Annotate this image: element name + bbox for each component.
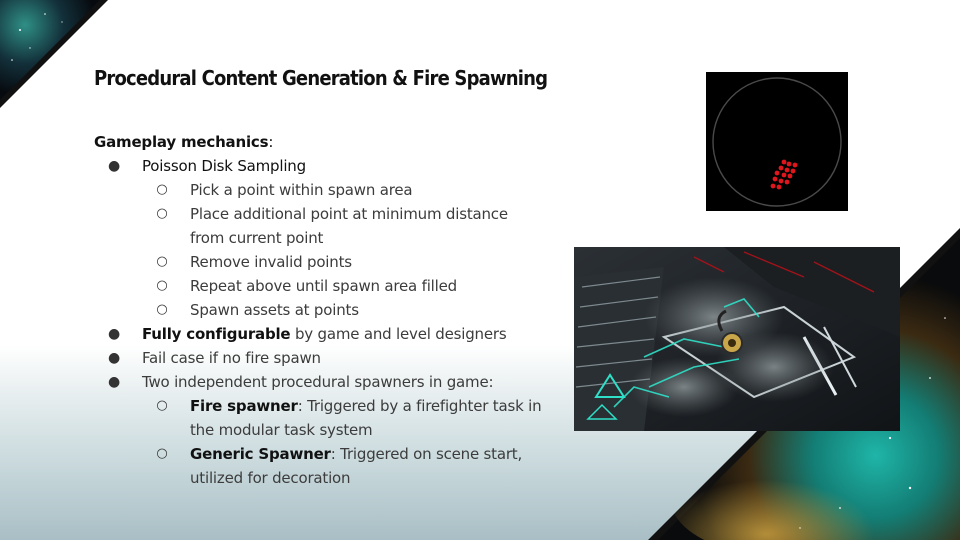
list-item-keyword: Fully configurable — [142, 325, 291, 343]
section-heading: Gameplay mechanics: — [94, 130, 564, 154]
bullet-hollow-icon: ○ — [156, 446, 168, 461]
list-item: ○ Remove invalid points — [94, 250, 564, 274]
spawn-point — [781, 172, 787, 178]
spawn-point — [787, 173, 793, 179]
list-item-text: Spawn assets at points — [190, 301, 359, 319]
list-item-text: : Triggered by a firefighter task in — [297, 397, 542, 415]
list-item: ○ Repeat above until spawn area filled — [94, 274, 564, 298]
list-item: ● Fully configurable by game and level de… — [94, 322, 564, 346]
list-item-text: Fail case if no fire spawn — [142, 349, 321, 367]
list-item-continuation: from current point — [94, 226, 564, 250]
list-item-text: Poisson Disk Sampling — [142, 157, 306, 175]
list-item: ● Two independent procedural spawners in … — [94, 370, 564, 394]
list-item-keyword: Fire spawner — [190, 397, 298, 415]
spawn-point — [770, 183, 776, 189]
spawn-point — [774, 170, 780, 176]
bullet-hollow-icon: ○ — [156, 254, 168, 269]
spawn-point — [790, 168, 796, 174]
space-corner-top-left — [0, 0, 108, 108]
heading-colon: : — [268, 133, 274, 151]
bullet-filled-icon: ● — [107, 374, 121, 390]
slide-title: Procedural Content Generation & Fire Spa… — [94, 66, 548, 90]
spawn-point — [778, 178, 784, 184]
list-item-text: from current point — [190, 229, 324, 247]
list-item-text: Repeat above until spawn area filled — [190, 277, 457, 295]
spawn-circle-graphic — [706, 72, 848, 211]
list-item: ● Poisson Disk Sampling — [94, 154, 564, 178]
list-item-text: by game and level designers — [290, 325, 507, 343]
list-item: ○ Place additional point at minimum dista… — [94, 202, 564, 226]
bullet-filled-icon: ● — [107, 326, 121, 342]
bullet-filled-icon: ● — [107, 350, 121, 366]
list-item-continuation: the modular task system — [94, 418, 564, 442]
bullet-hollow-icon: ○ — [156, 206, 168, 221]
list-item-text: Place additional point at minimum distan… — [190, 205, 508, 223]
bullet-hollow-icon: ○ — [156, 278, 168, 293]
list-item-continuation: utilized for decoration — [94, 466, 564, 490]
list-item: ○ Fire spawner: Triggered by a firefighte… — [94, 394, 564, 418]
spawn-point — [784, 179, 790, 185]
spawn-point — [772, 176, 778, 182]
bullet-hollow-icon: ○ — [156, 302, 168, 317]
slide: Procedural Content Generation & Fire Spa… — [0, 0, 960, 540]
list-item: ● Fail case if no fire spawn — [94, 346, 564, 370]
list-item-text: the modular task system — [190, 421, 373, 439]
spawn-point — [781, 159, 787, 165]
spawn-point — [786, 161, 792, 167]
list-item: ○ Generic Spawner: Triggered on scene sta… — [94, 442, 564, 466]
list-item-text: Pick a point within spawn area — [190, 181, 413, 199]
list-item-keyword: Generic Spawner — [190, 445, 331, 463]
list-item: ○ Pick a point within spawn area — [94, 178, 564, 202]
spawn-point — [778, 165, 784, 171]
spawn-area-diagram — [706, 72, 848, 211]
list-item-text: : Triggered on scene start, — [330, 445, 523, 463]
list-item-text: Two independent procedural spawners in g… — [142, 373, 494, 391]
spawn-point — [776, 184, 782, 190]
game-scene-graphic — [574, 247, 900, 431]
spawn-point — [784, 167, 790, 173]
game-screenshot — [574, 247, 900, 431]
list-item: ○ Spawn assets at points — [94, 298, 564, 322]
list-item-text: utilized for decoration — [190, 469, 351, 487]
bullet-list: Gameplay mechanics: ● Poisson Disk Sampli… — [94, 130, 564, 490]
bullet-hollow-icon: ○ — [156, 182, 168, 197]
list-item-text: Remove invalid points — [190, 253, 352, 271]
spawn-point — [792, 162, 798, 168]
bullet-filled-icon: ● — [107, 158, 121, 174]
heading-text: Gameplay mechanics — [94, 133, 269, 151]
bullet-hollow-icon: ○ — [156, 398, 168, 413]
